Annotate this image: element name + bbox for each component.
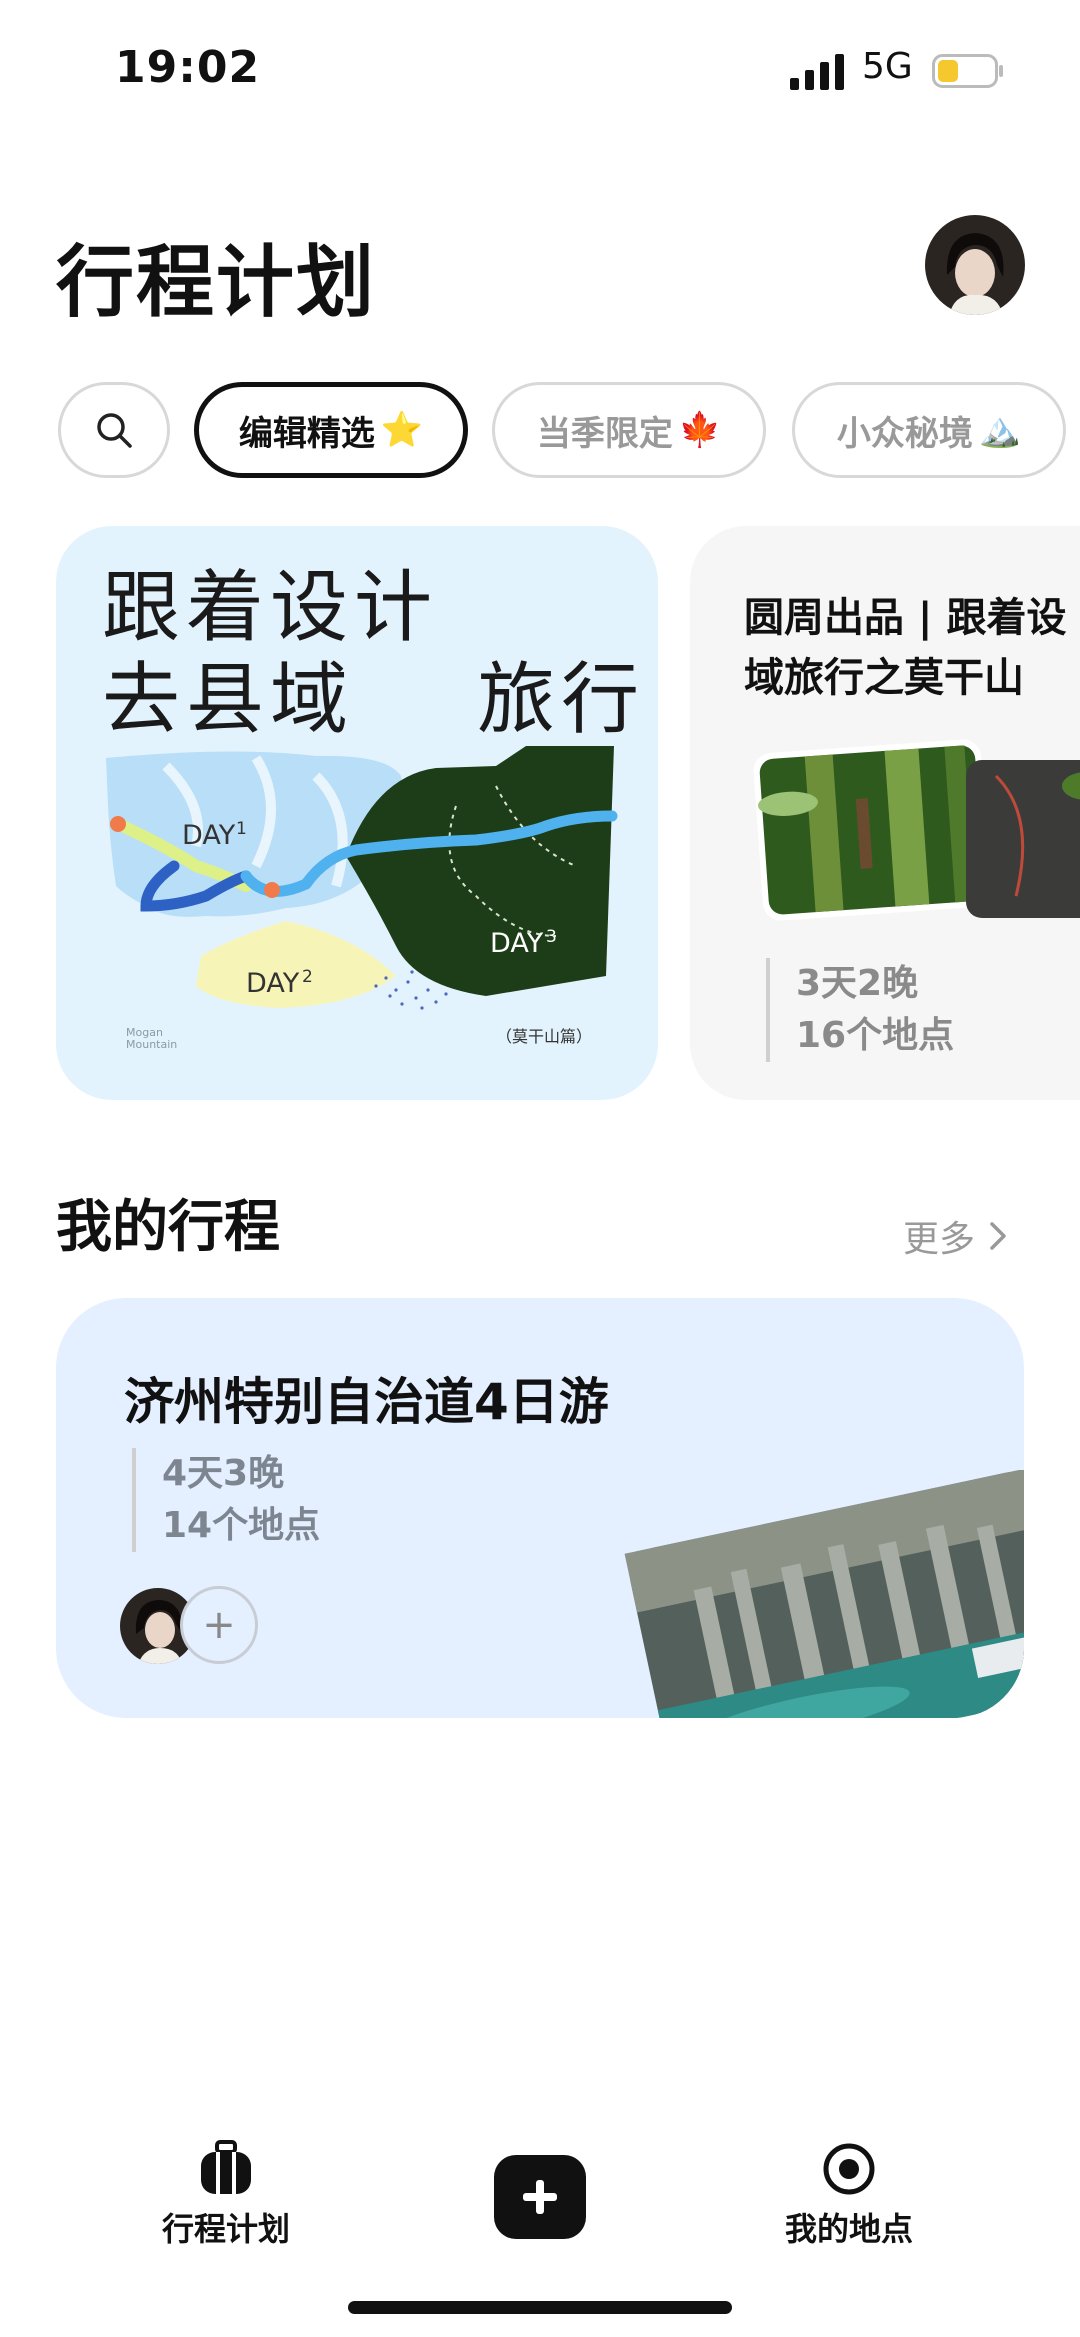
chevron-right-icon	[990, 1222, 1006, 1250]
chip-label: 当季限定	[536, 413, 673, 454]
card-title: 跟着设计 去县域 旅行	[102, 562, 645, 746]
chip-editors-pick[interactable]: 编辑精选 ⭐	[194, 382, 468, 478]
trip-title: 济州特别自治道4日游	[124, 1373, 609, 1431]
card-title-line2: 域旅行之莫干山	[744, 655, 1024, 701]
home-indicator	[348, 2301, 732, 2314]
chip-seasonal[interactable]: 当季限定 🍁	[492, 382, 766, 478]
featured-card-moganshan[interactable]: 圆周出品 | 跟着设 域旅行之莫干山 3天2晚 16个地点	[690, 526, 1080, 1100]
trip-places-count: 16个地点	[796, 1015, 955, 1056]
nav-tab-label: 行程计划	[162, 2210, 291, 2248]
map-day2-label: DAY	[246, 968, 300, 999]
nav-tab-my-places[interactable]: 我的地点	[785, 2140, 913, 2250]
card-title-line1: 圆周出品 | 跟着设	[744, 595, 1067, 641]
location-icon	[823, 2143, 875, 2195]
battery-icon	[932, 54, 1003, 88]
map-day1-label: DAY	[182, 820, 236, 851]
trip-duration: 4天3晚	[162, 1453, 285, 1494]
map-day1-number: 1	[236, 819, 247, 839]
search-chip[interactable]	[58, 382, 170, 478]
map-day3-number: 3	[546, 927, 557, 947]
map-caption: （莫干山篇）	[496, 1027, 592, 1046]
chip-hidden-gems[interactable]: 小众秘境 🏔️	[792, 382, 1066, 478]
network-label: 5G	[862, 46, 913, 87]
add-trip-button[interactable]	[494, 2155, 586, 2239]
search-icon	[97, 413, 132, 448]
chip-label: 编辑精选	[238, 413, 375, 454]
maple-leaf-icon: 🍁	[678, 410, 722, 450]
trip-card-jeju[interactable]: 济州特别自治道4日游 4天3晚 14个地点 +	[56, 1298, 1024, 1718]
user-avatar[interactable]	[925, 215, 1025, 315]
plus-icon: +	[202, 1602, 236, 1648]
add-collaborator-button[interactable]: +	[180, 1586, 258, 1664]
section-title-my-trips: 我的行程	[56, 1195, 280, 1260]
signal-icon	[790, 54, 844, 90]
nav-tab-label: 我的地点	[785, 2210, 914, 2248]
trip-cover-photo	[624, 1470, 1024, 1718]
trip-stats: 4天3晚 14个地点	[132, 1448, 320, 1552]
card-title-line2: 去县域 旅行	[102, 655, 646, 745]
map-day3-label: DAY	[490, 928, 544, 959]
mountain-icon: 🏔️	[978, 410, 1022, 450]
featured-card-design-trip[interactable]: 跟着设计 去县域 旅行 DAY 1 DAY 2 DAY 3 Mogan Moun…	[56, 526, 658, 1100]
suitcase-icon	[201, 2140, 251, 2194]
rock-photo	[966, 760, 1080, 918]
status-time: 19:02	[115, 42, 261, 93]
map-region-label: Mountain	[126, 1038, 177, 1051]
more-label: 更多	[903, 1219, 976, 1260]
card-title: 圆周出品 | 跟着设 域旅行之莫干山	[744, 588, 1080, 708]
more-link[interactable]: 更多	[903, 1210, 1007, 1262]
trip-duration: 3天2晚	[796, 963, 919, 1004]
page-title: 行程计划	[56, 238, 377, 328]
route-map-illustration: DAY 1 DAY 2 DAY 3 Mogan Mountain （莫干山篇）	[106, 746, 618, 1051]
star-icon: ⭐	[380, 410, 424, 450]
map-day2-number: 2	[302, 967, 313, 987]
chip-label: 小众秘境	[836, 413, 973, 454]
trip-stats: 3天2晚 16个地点	[766, 958, 954, 1062]
plus-icon	[523, 2180, 557, 2214]
nav-tab-plan[interactable]: 行程计划	[162, 2140, 290, 2250]
trip-places-count: 14个地点	[162, 1505, 321, 1546]
card-title-line1: 跟着设计	[102, 563, 439, 653]
